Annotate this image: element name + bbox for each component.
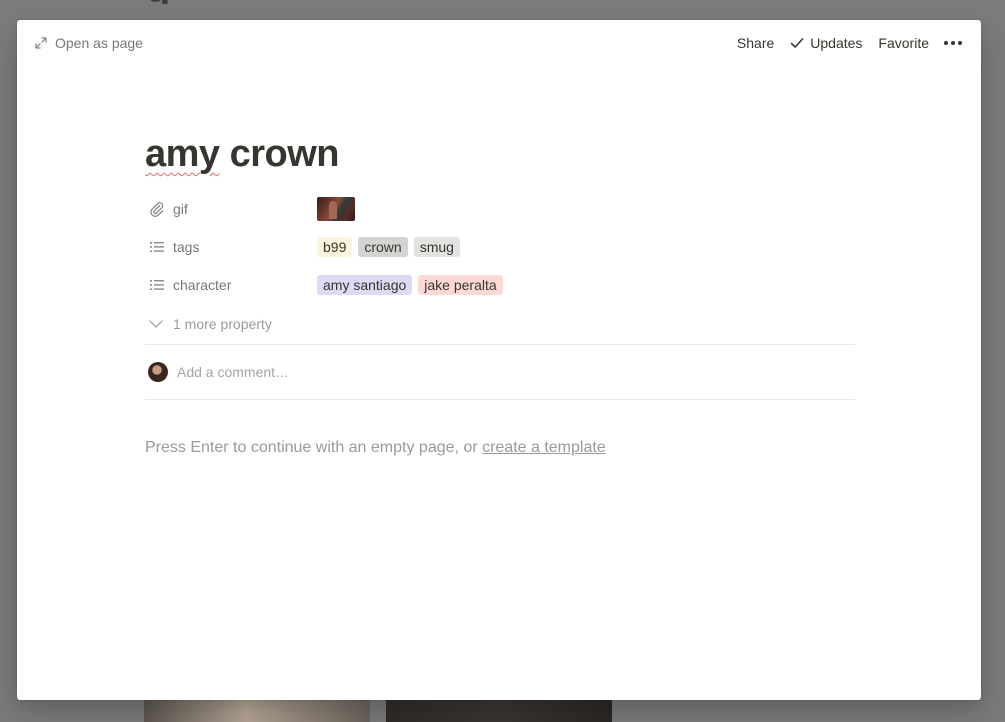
page-title[interactable]: amy crown [145,130,855,178]
show-more-properties-button[interactable]: 1 more property [145,304,855,344]
paperclip-icon [149,201,165,217]
property-name-character[interactable]: character [145,277,315,293]
share-button[interactable]: Share [737,35,774,51]
background-gallery-card [386,700,612,722]
list-icon [149,277,165,293]
expand-diagonal-icon [35,37,47,49]
updates-button[interactable]: Updates [790,35,862,51]
page-title-misspelled-word: amy [145,133,220,175]
property-row-tags: tags b99 crown smug [145,228,855,266]
open-as-page-label: Open as page [55,35,143,51]
tag-amy-santiago[interactable]: amy santiago [317,275,413,295]
avatar [148,362,168,382]
more-horizontal-icon [944,41,962,45]
property-value-gif[interactable] [317,197,355,221]
background-page-title: g [146,0,286,4]
property-name-label: tags [173,239,200,255]
more-options-button[interactable] [943,40,963,46]
page-peek-modal: Open as page Share Updates Favorite amy … [17,20,981,700]
divider [145,399,855,400]
property-name-label: character [173,277,232,293]
more-properties-label: 1 more property [173,316,272,332]
checkmark-icon [790,38,804,48]
create-template-link[interactable]: create a template [482,439,606,456]
page-title-rest: crown [219,133,340,175]
tag-jake-peralta[interactable]: jake peralta [418,275,503,295]
favorite-label: Favorite [878,35,929,51]
comment-composer [145,345,855,399]
page-content: amy crown gif tags b99 crown smug charac… [145,130,855,460]
property-name-label: gif [173,201,188,217]
property-value-character[interactable]: amy santiago jake peralta [317,275,509,295]
property-name-gif[interactable]: gif [145,201,315,217]
tag-smug[interactable]: smug [413,237,460,257]
property-name-tags[interactable]: tags [145,239,315,255]
tag-crown[interactable]: crown [358,237,408,257]
gif-thumbnail[interactable] [317,197,355,221]
favorite-button[interactable]: Favorite [878,35,929,51]
property-row-character: character amy santiago jake peralta [145,266,855,304]
updates-label: Updates [810,35,863,51]
empty-page-hint-text: Press Enter to continue with an empty pa… [145,439,483,456]
property-list: gif tags b99 crown smug character amy sa… [145,190,855,344]
list-icon [149,239,165,255]
property-value-tags[interactable]: b99 crown smug [317,237,466,257]
chevron-down-icon [149,320,163,328]
comment-input[interactable] [177,364,777,380]
empty-page-hint: Press Enter to continue with an empty pa… [145,436,855,460]
open-as-page-button[interactable]: Open as page [35,33,143,53]
share-label: Share [736,35,775,51]
modal-topbar: Open as page Share Updates Favorite [17,20,981,66]
tag-b99[interactable]: b99 [317,237,353,257]
property-row-gif: gif [145,190,855,228]
topbar-actions: Share Updates Favorite [721,33,963,53]
background-gallery-card [144,700,370,722]
